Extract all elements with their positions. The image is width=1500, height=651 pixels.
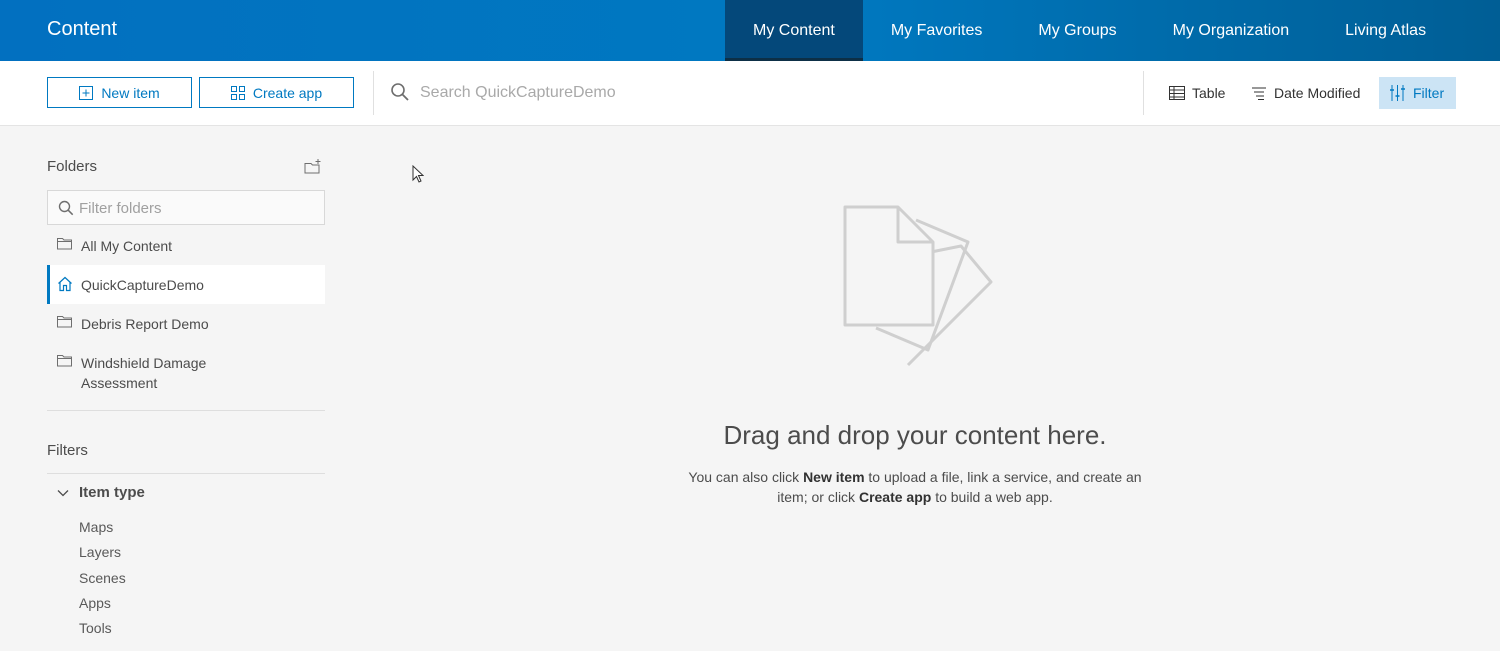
mouse-cursor-icon (412, 165, 424, 183)
chevron-down-icon (57, 489, 69, 496)
desc-text-1: You can also click (688, 469, 804, 485)
item-type-apps[interactable]: Apps (79, 595, 126, 620)
folder-list: All My Content QuickCaptureDemo Debris R… (47, 226, 325, 411)
new-item-label: New item (101, 84, 160, 101)
folder-item-quickcapturedemo[interactable]: QuickCaptureDemo (47, 265, 325, 304)
filters-heading: Filters (47, 442, 88, 459)
item-type-tools[interactable]: Tools (79, 620, 126, 645)
sort-label: Date Modified (1274, 85, 1361, 101)
folder-filter-input[interactable] (79, 197, 319, 219)
folder-label: Windshield Damage Assessment (81, 355, 207, 391)
table-view-label: Table (1192, 85, 1226, 101)
search-icon (391, 83, 409, 101)
filter-toggle-button[interactable]: Filter (1379, 77, 1456, 109)
top-nav: My Content My Favorites My Groups My Org… (725, 0, 1454, 61)
folder-label: Debris Report Demo (81, 316, 209, 332)
plus-square-icon (79, 85, 94, 100)
new-folder-icon[interactable] (304, 158, 322, 176)
desc-text-3: to build a web app. (931, 489, 1053, 505)
documents-illustration-icon (843, 205, 993, 367)
tab-my-content[interactable]: My Content (725, 0, 863, 61)
home-icon (58, 276, 72, 292)
sort-button[interactable]: Date Modified (1241, 77, 1370, 109)
tab-my-favorites[interactable]: My Favorites (863, 0, 1011, 61)
item-type-label: Item type (79, 484, 145, 501)
tab-my-organization[interactable]: My Organization (1145, 0, 1318, 61)
filters-divider (47, 473, 325, 474)
item-type-scenes[interactable]: Scenes (79, 570, 126, 595)
folder-icon (57, 238, 72, 250)
page-title: Content (47, 18, 118, 40)
tab-my-groups[interactable]: My Groups (1010, 0, 1144, 61)
create-app-button[interactable]: Create app (199, 77, 354, 108)
folder-item-debris-report-demo[interactable]: Debris Report Demo (47, 304, 325, 343)
toolbar-divider (373, 71, 374, 115)
table-icon (1169, 86, 1185, 100)
folder-icon (57, 355, 72, 367)
tab-living-atlas[interactable]: Living Atlas (1317, 0, 1454, 61)
folder-item-all-my-content[interactable]: All My Content (47, 226, 325, 265)
search-icon (58, 200, 74, 216)
search-input[interactable] (420, 79, 1120, 107)
create-app-label: Create app (252, 84, 323, 101)
new-item-button[interactable]: New item (47, 77, 192, 108)
item-type-maps[interactable]: Maps (79, 519, 126, 544)
folder-filter-box (47, 190, 325, 225)
desc-create-app: Create app (858, 489, 932, 505)
folder-label: All My Content (81, 238, 173, 254)
empty-state-description: You can also click New item to upload a … (680, 467, 1150, 507)
folders-heading: Folders (47, 158, 98, 175)
top-header: Content My Content My Favorites My Group… (0, 0, 1500, 61)
sliders-icon (1390, 85, 1405, 101)
content-toolbar: New item Create app Table Date Modified (0, 61, 1500, 126)
toolbar-divider-right (1143, 71, 1144, 115)
folder-icon (57, 316, 72, 328)
item-type-list: Maps Layers Scenes Apps Tools (79, 519, 126, 645)
filter-label: Filter (1413, 85, 1445, 101)
sort-lines-icon (1252, 87, 1266, 100)
empty-state-title: Drag and drop your content here. (723, 420, 1107, 450)
folder-label: QuickCaptureDemo (81, 277, 204, 293)
table-view-button[interactable]: Table (1159, 77, 1235, 109)
item-type-layers[interactable]: Layers (79, 544, 126, 569)
folder-item-windshield-damage-assessment[interactable]: Windshield Damage Assessment (47, 343, 325, 402)
desc-new-item: New item (803, 469, 865, 485)
item-type-toggle[interactable]: Item type (57, 484, 145, 501)
grid-apps-icon (230, 85, 245, 100)
